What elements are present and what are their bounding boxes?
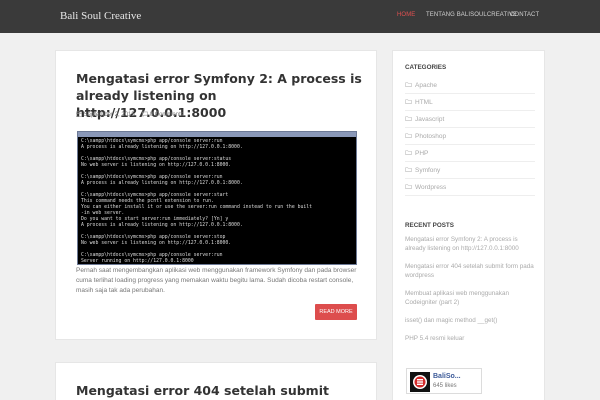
- category-item[interactable]: HTML: [405, 94, 535, 111]
- post-comments[interactable]: 0 Comments: [150, 112, 184, 118]
- facebook-like-count: 645 likes: [433, 383, 457, 389]
- category-item[interactable]: Javascript: [405, 111, 535, 128]
- category-item[interactable]: PHP: [405, 145, 535, 162]
- nav-item-home[interactable]: HOME: [397, 12, 415, 18]
- folder-icon: [405, 184, 412, 189]
- post-card: Mengatasi error 404 setelah submit form …: [55, 362, 377, 400]
- top-navbar: Bali Soul Creative HOME TENTANG BALISOUL…: [0, 0, 600, 33]
- console-output: C:\xampp\htdocs\symcms>php app/console s…: [81, 139, 313, 264]
- nav-item-contact[interactable]: CONTACT: [510, 12, 539, 18]
- recent-posts-list: Mengatasi error Symfony 2: A process is …: [405, 235, 537, 352]
- post-date[interactable]: September 2, 2015: [84, 112, 135, 118]
- categories-heading: CATEGORIES: [405, 64, 447, 71]
- folder-icon: [405, 99, 412, 104]
- category-item[interactable]: Apache: [405, 77, 535, 94]
- recent-post-link[interactable]: Mengatasi error Symfony 2: A process is …: [405, 235, 537, 253]
- category-item[interactable]: Wordpress: [405, 179, 535, 196]
- console-screenshot: C:\xampp\htdocs\symcms>php app/console s…: [77, 131, 357, 265]
- folder-icon: [405, 167, 412, 172]
- category-item[interactable]: Photoshop: [405, 128, 535, 145]
- category-label: Symfony: [415, 167, 441, 174]
- recent-posts-heading: RECENT POSTS: [405, 222, 454, 229]
- category-label: HTML: [415, 99, 433, 106]
- recent-post-link[interactable]: Mengatasi error 404 setelah submit form …: [405, 262, 537, 280]
- folder-icon: [405, 150, 412, 155]
- nav-item-tentang[interactable]: TENTANG BALISOULCREATIVE: [426, 12, 517, 18]
- facebook-page-name[interactable]: BaliSo...: [433, 373, 461, 380]
- recent-post-link[interactable]: PHP 5.4 resmi keluar: [405, 334, 537, 343]
- category-list: Apache HTML Javascript Photoshop PHP Sym…: [405, 77, 535, 196]
- category-label: Wordpress: [415, 184, 447, 191]
- read-more-button[interactable]: READ MORE: [315, 304, 357, 320]
- recent-post-link[interactable]: Membuat aplikasi web menggunakan Codeign…: [405, 289, 537, 307]
- site-brand[interactable]: Bali Soul Creative: [60, 10, 141, 22]
- folder-icon: [405, 82, 412, 87]
- recent-post-link[interactable]: isset() dan magic method __get(): [405, 316, 537, 325]
- facebook-page-widget[interactable]: BaliSo... 645 likes: [406, 368, 482, 394]
- category-label: Javascript: [415, 116, 445, 123]
- post-meta: September 2, 2015 0 Comments: [76, 111, 184, 118]
- category-label: Apache: [415, 82, 438, 89]
- folder-icon: [405, 133, 412, 138]
- calendar-icon: [76, 111, 82, 117]
- post-excerpt: Pernah saat mengembangkan aplikasi web m…: [76, 267, 357, 294]
- post-title[interactable]: Mengatasi error 404 setelah submit form …: [76, 382, 366, 400]
- sidebar: CATEGORIES Apache HTML Javascript Photos…: [392, 50, 545, 400]
- comment-icon: [142, 111, 148, 117]
- folder-icon: [405, 116, 412, 121]
- category-label: Photoshop: [415, 133, 447, 140]
- category-label: PHP: [415, 150, 429, 157]
- category-item[interactable]: Symfony: [405, 162, 535, 179]
- post-card: Mengatasi error Symfony 2: A process is …: [55, 50, 377, 340]
- page-logo-icon: [410, 372, 430, 392]
